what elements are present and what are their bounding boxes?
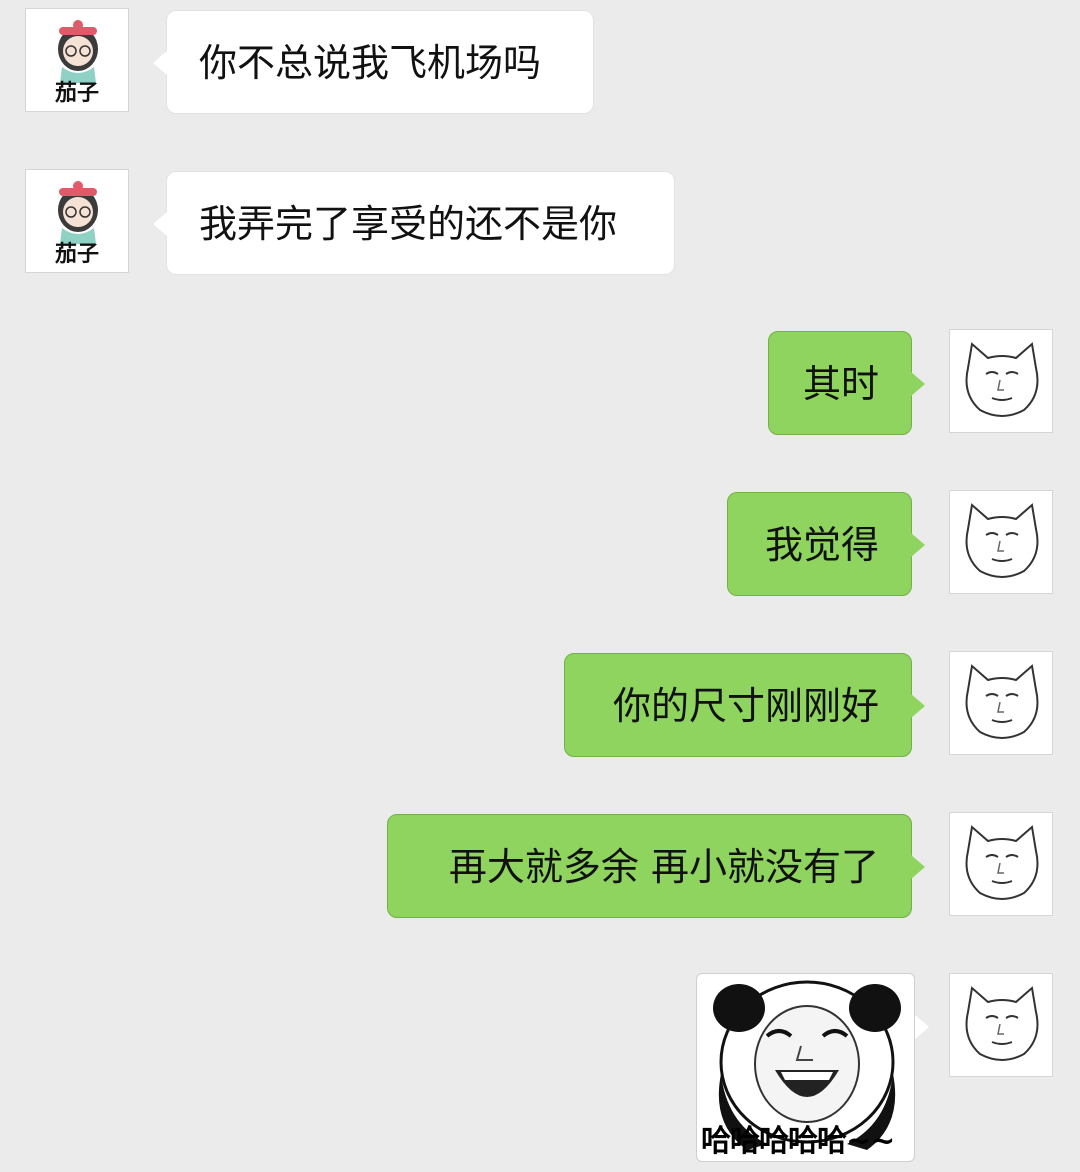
bubble-tail bbox=[911, 694, 925, 718]
message-bubble[interactable]: 再大就多余 再小就没有了 bbox=[387, 814, 925, 918]
contact-name-label: 茄子 bbox=[54, 242, 99, 267]
bubble-tail bbox=[915, 1015, 929, 1039]
contact-avatar[interactable]: 茄子 bbox=[25, 8, 129, 112]
sticker-caption: 哈哈哈哈哈~~ bbox=[701, 1124, 895, 1159]
bubble-tail bbox=[911, 372, 925, 396]
message-text: 其时 bbox=[802, 362, 879, 406]
contact-avatar[interactable]: 茄子 bbox=[25, 169, 129, 273]
self-avatar[interactable] bbox=[949, 651, 1053, 755]
cat-face-avatar-icon bbox=[965, 825, 1039, 900]
self-avatar[interactable] bbox=[949, 812, 1053, 916]
message-bubble[interactable]: 你的尺寸刚刚好 bbox=[564, 653, 925, 757]
self-avatar[interactable] bbox=[949, 329, 1053, 433]
cat-face-avatar-icon bbox=[965, 986, 1039, 1061]
message-text: 再大就多余 再小就没有了 bbox=[448, 845, 879, 889]
message-bubble[interactable]: 其时 bbox=[768, 331, 925, 435]
message-bubble[interactable]: 你不总说我飞机场吗 bbox=[153, 10, 594, 114]
cat-face-avatar-icon bbox=[965, 664, 1039, 739]
bubble-tail bbox=[911, 533, 925, 557]
bubble-tail bbox=[911, 855, 925, 879]
bubble-tail bbox=[153, 51, 167, 75]
message-text: 我弄完了享受的还不是你 bbox=[199, 202, 618, 246]
sticker-message[interactable]: 哈哈哈哈哈~~ bbox=[696, 973, 915, 1162]
message-bubble[interactable]: 我觉得 bbox=[727, 492, 925, 596]
bubble-tail bbox=[153, 212, 167, 236]
contact-name-label: 茄子 bbox=[54, 81, 99, 106]
cat-face-avatar-icon bbox=[965, 503, 1039, 578]
self-avatar[interactable] bbox=[949, 490, 1053, 594]
self-avatar[interactable] bbox=[949, 973, 1053, 1077]
message-text: 我觉得 bbox=[764, 523, 879, 567]
message-text: 你的尺寸刚刚好 bbox=[612, 684, 879, 728]
message-text: 你不总说我飞机场吗 bbox=[199, 41, 542, 85]
cat-face-avatar-icon bbox=[965, 342, 1039, 417]
message-bubble[interactable]: 我弄完了享受的还不是你 bbox=[153, 171, 675, 275]
